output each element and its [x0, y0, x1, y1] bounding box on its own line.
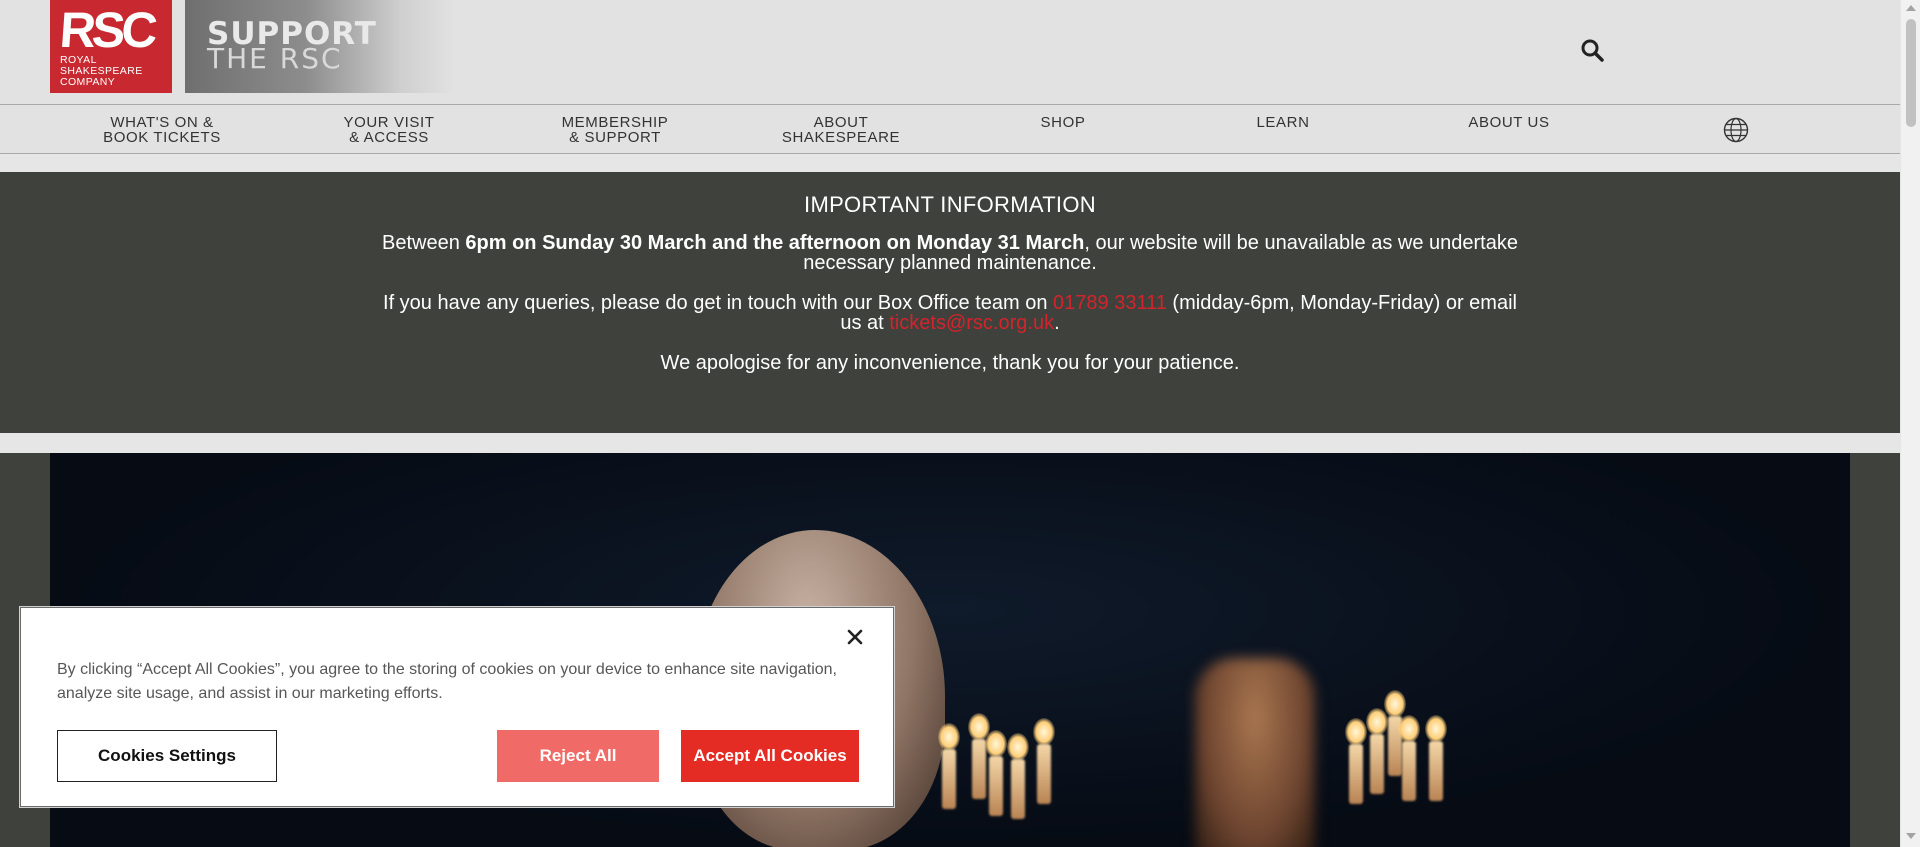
- important-information-notice: IMPORTANT INFORMATION Between 6pm on Sun…: [0, 172, 1900, 433]
- support-the-rsc-banner[interactable]: SUPPORT THE RSC: [185, 0, 455, 93]
- notice-title: IMPORTANT INFORMATION: [804, 192, 1096, 217]
- reject-all-button[interactable]: Reject All: [497, 730, 659, 782]
- scroll-up-arrow[interactable]: [1906, 5, 1916, 11]
- rsc-logo[interactable]: RSC ROYAL SHAKESPEARE COMPANY: [50, 0, 172, 93]
- logo-mark: RSC: [58, 2, 156, 58]
- background-actor-figure: [1195, 658, 1315, 847]
- nav-item-about-shakespeare[interactable]: ABOUT SHAKESPEARE: [731, 115, 951, 145]
- site-header: RSC ROYAL SHAKESPEARE COMPANY SUPPORT TH…: [0, 0, 1900, 105]
- close-icon[interactable]: [843, 625, 867, 649]
- notice-apology-text: We apologise for any inconvenience, than…: [660, 352, 1240, 374]
- cookies-settings-button[interactable]: Cookies Settings: [57, 730, 277, 782]
- accept-all-cookies-button[interactable]: Accept All Cookies: [681, 730, 859, 782]
- notice-contact-text: If you have any queries, please do get i…: [383, 292, 1517, 334]
- globe-icon[interactable]: [1723, 117, 1749, 143]
- cookie-consent-text: By clicking “Accept All Cookies”, you ag…: [57, 661, 837, 702]
- cookie-consent-dialog: By clicking “Accept All Cookies”, you ag…: [20, 607, 894, 807]
- page-scrollbar[interactable]: [1900, 0, 1920, 847]
- notice-maintenance-text: Between 6pm on Sunday 30 March and the a…: [382, 232, 1518, 274]
- nav-item-about-us[interactable]: ABOUT US: [1399, 115, 1619, 130]
- nav-item-learn[interactable]: LEARN: [1173, 115, 1393, 130]
- nav-item-membership[interactable]: MEMBERSHIP & SUPPORT: [505, 115, 725, 145]
- box-office-email-link[interactable]: tickets@rsc.org.uk: [889, 312, 1054, 334]
- nav-item-whats-on[interactable]: WHAT'S ON & BOOK TICKETS: [52, 115, 272, 145]
- box-office-phone-link[interactable]: 01789 33111: [1053, 292, 1167, 314]
- search-icon[interactable]: [1580, 38, 1604, 62]
- nav-item-shop[interactable]: SHOP: [953, 115, 1173, 130]
- logo-subtitle: ROYAL SHAKESPEARE COMPANY: [60, 54, 143, 88]
- nav-item-your-visit[interactable]: YOUR VISIT & ACCESS: [279, 115, 499, 145]
- scroll-down-arrow[interactable]: [1906, 833, 1916, 839]
- support-line2: THE RSC: [207, 42, 343, 75]
- main-nav: WHAT'S ON & BOOK TICKETS YOUR VISIT & ACCE…: [0, 105, 1900, 154]
- scrollbar-thumb[interactable]: [1906, 19, 1916, 127]
